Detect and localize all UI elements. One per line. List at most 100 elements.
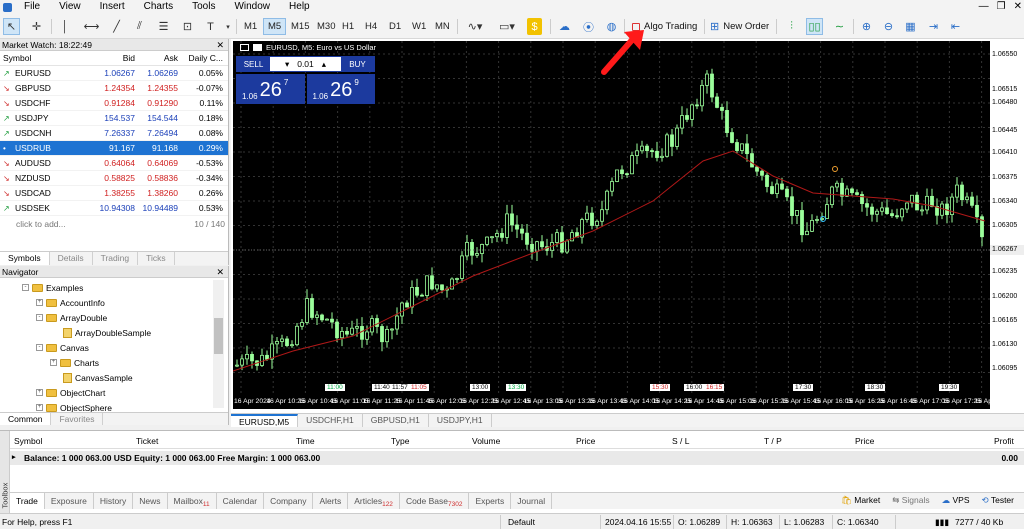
toolbox-tab-experts[interactable]: Experts [469,493,512,509]
col-bid[interactable]: Bid [90,53,135,63]
line-chart-icon[interactable]: ∼ [831,18,848,35]
toolbox-tab-exposure[interactable]: Exposure [45,493,94,509]
tf-m1[interactable]: M1 [240,18,261,35]
toolbox-tab-journal[interactable]: Journal [511,493,553,509]
col-price[interactable]: Price [576,436,595,446]
collapse-icon[interactable]: - [36,344,43,351]
col-tp[interactable]: T / P [764,436,782,446]
menu-window[interactable]: Window [234,0,277,14]
market-watch-row[interactable]: ↘ GBPUSD 1.24354 1.24355 -0.07% [0,81,228,96]
tile-windows-icon[interactable]: ▦ [902,18,919,35]
tf-h1[interactable]: H1 [338,18,358,35]
toolbox-tab-articles[interactable]: Articles122 [348,493,400,509]
toolbox-tab-mailbox[interactable]: Mailbox11 [168,493,217,509]
cursor-icon[interactable]: ↖ [3,18,20,35]
market-watch-row[interactable]: ↘ AUDUSD 0.64064 0.64069 -0.53% [0,156,228,171]
sell-button[interactable]: SELL [237,57,270,71]
text-tool-icon[interactable]: T [202,18,219,35]
tf-m30[interactable]: M30 [313,18,339,35]
chart-tab-gbpusd[interactable]: GBPUSD,H1 [363,414,429,427]
collapse-icon[interactable]: - [22,284,29,291]
minimize-icon[interactable]: — [979,1,989,12]
autoscroll-icon[interactable]: ⇥ [925,18,942,35]
navigator-item[interactable]: - ArrayDouble [36,310,107,325]
expand-icon[interactable]: + [50,359,57,366]
navigator-scroll-thumb[interactable] [214,318,223,354]
volume-stepper[interactable]: ▾ 0.01 ▴ [270,57,341,71]
col-type[interactable]: Type [391,436,409,446]
market-watch-row[interactable]: ↗ USDJPY 154.537 154.544 0.18% [0,111,228,126]
menu-help[interactable]: Help [289,0,317,14]
tab-trading[interactable]: Trading [93,252,139,265]
toolbox-tab-alerts[interactable]: Alerts [313,493,349,509]
tf-w1[interactable]: W1 [408,18,430,35]
tf-h4[interactable]: H4 [361,18,381,35]
col-ticket[interactable]: Ticket [136,436,158,446]
zoom-out-icon[interactable]: ⊖ [880,18,897,35]
tab-favorites[interactable]: Favorites [51,413,104,425]
navigator-item[interactable]: - Examples [22,280,83,295]
col-time[interactable]: Time [296,436,315,446]
market-watch-row[interactable]: ↘ USDCAD 1.38255 1.38260 0.26% [0,186,228,201]
menu-view[interactable]: View [59,0,88,14]
menu-tools[interactable]: Tools [192,0,222,14]
vertical-line-icon[interactable]: │ [58,18,72,35]
col-sl[interactable]: S / L [672,436,689,446]
chart-tab-usdjpy[interactable]: USDJPY,H1 [429,414,492,427]
fibonacci-icon[interactable]: ☰ [155,18,172,35]
balance-row[interactable]: ▸ Balance: 1 000 063.00 USD Equity: 1 00… [10,451,1024,465]
tf-m5[interactable]: M5 [263,18,287,35]
col-symbol[interactable]: Symbol [14,436,42,446]
volume-down-icon[interactable]: ▾ [285,59,289,70]
market-watch-row[interactable]: • USDRUB 91.167 91.168 0.29% [0,141,228,156]
buy-price[interactable]: 1.06 26 9 [306,74,375,104]
market-watch-row[interactable]: ↗ USDSEK 10.94308 10.94489 0.53% [0,201,228,216]
navigator-item[interactable]: ArrayDoubleSample [50,325,151,340]
chart-tab-eurusd[interactable]: EURUSD,M5 [231,414,299,427]
market-watch-add-row[interactable]: click to add... 10 / 140 [0,216,228,231]
market-button[interactable]: 🛍 Market [841,495,880,506]
zoom-in-icon[interactable]: ⊕ [858,18,875,35]
chart-tab-usdchf[interactable]: USDCHF,H1 [298,414,363,427]
menu-insert[interactable]: Insert [100,0,132,14]
close-icon[interactable]: ✕ [216,39,224,51]
volume-value[interactable]: 0.01 [297,59,314,69]
expand-icon[interactable]: + [36,389,43,396]
new-order-button[interactable]: ⊞ New Order [710,17,769,36]
price-axis[interactable]: 1.06550 1.06515 1.06480 1.06445 1.06410 1.063… [990,41,1024,409]
toolbox-tab-trade[interactable]: Trade [10,493,45,509]
signals-icon[interactable]: ⦿ [580,18,597,35]
col-volume[interactable]: Volume [472,436,500,446]
buy-button[interactable]: BUY [341,57,374,71]
candlestick-icon[interactable]: ▯▯ [806,18,823,35]
col-ask[interactable]: Ask [135,53,178,63]
tab-common[interactable]: Common [0,413,52,425]
sell-price[interactable]: 1.06 26 7 [236,74,305,104]
navigator-item[interactable]: CanvasSample [50,370,133,385]
time-axis[interactable]: 16 Apr 2024 16 Apr 10:25 16 Apr 10:45 16 Ap… [233,396,1013,409]
navigator-item[interactable]: + ObjectChart [36,385,105,400]
expand-icon[interactable]: + [36,299,43,306]
tf-d1[interactable]: D1 [385,18,405,35]
tab-details[interactable]: Details [50,252,93,265]
menu-charts[interactable]: Charts [144,0,180,14]
more-tools-icon[interactable]: ▾ [223,18,233,35]
tab-symbols[interactable]: Symbols [0,252,50,265]
templates-icon[interactable]: ▭▾ [494,18,520,35]
market-watch-row[interactable]: ↘ NZDUSD 0.58825 0.58836 -0.34% [0,171,228,186]
signals-button[interactable]: ⇆ Signals [892,495,929,506]
indicators-icon[interactable]: ∿▾ [462,18,488,35]
col-symbol[interactable]: Symbol [0,53,90,63]
close-icon[interactable]: ✕ [1014,1,1022,12]
cloud-icon[interactable]: ☁ [556,18,573,35]
col-daily-change[interactable]: Daily C... [178,53,226,63]
col-profit[interactable]: Profit [994,436,1014,446]
channel-icon[interactable]: ⫽ [131,18,148,35]
toolbox-tab-code-base[interactable]: Code Base7302 [400,493,470,509]
chart-menu-icon[interactable] [240,44,249,51]
trendline-icon[interactable]: ╱ [108,18,125,35]
menu-file[interactable]: File [24,0,47,14]
market-watch-row[interactable]: ↗ USDCNH 7.26337 7.26494 0.08% [0,126,228,141]
price-alert-icon[interactable]: $ [527,18,542,35]
tf-mn[interactable]: MN [431,18,454,35]
